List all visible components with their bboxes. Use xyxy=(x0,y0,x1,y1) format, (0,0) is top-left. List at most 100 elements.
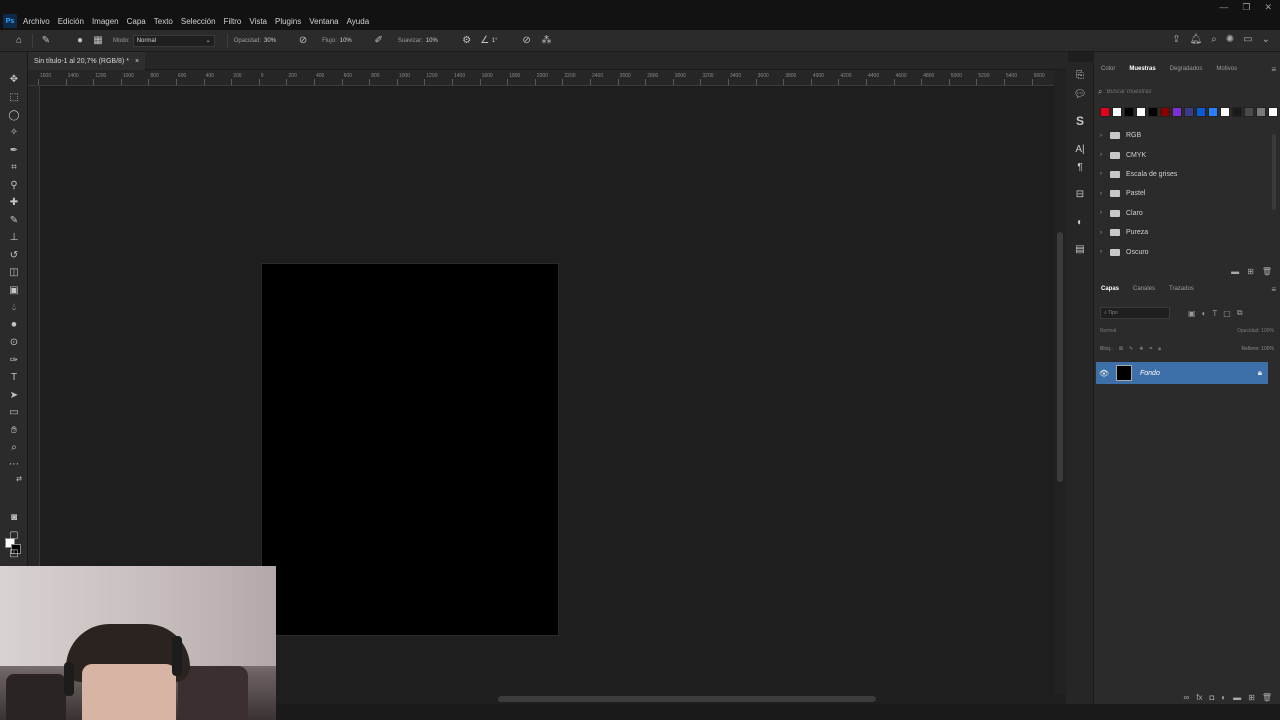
mode-select[interactable]: Normal ⌄ xyxy=(132,34,215,47)
document-tab[interactable]: Sin título-1 al 20,7% (RGB/8) * × xyxy=(28,52,146,70)
color-swatch[interactable] xyxy=(1208,107,1218,117)
link-layers-icon[interactable]: ∞ xyxy=(1184,693,1190,702)
panel-menu-icon[interactable]: ≡ xyxy=(1271,285,1276,294)
swap-colors-icon[interactable]: ⇄ xyxy=(14,472,24,486)
smart-object-filter-icon[interactable]: ⧉ xyxy=(1237,308,1243,318)
vertical-ruler[interactable] xyxy=(28,86,40,566)
discover-icon[interactable]: ✺ xyxy=(1226,34,1234,45)
glyphs-panel-icon[interactable]: S xyxy=(1073,114,1087,128)
smoothing-value[interactable]: 10% xyxy=(426,38,438,44)
screen-mode-icon[interactable]: ▢ xyxy=(6,528,22,542)
comments-panel-icon[interactable]: 💬︎ xyxy=(1073,87,1087,101)
tab-muestras[interactable]: Muestras xyxy=(1122,62,1162,76)
trash-icon[interactable]: 🗑︎ xyxy=(1262,693,1272,702)
tab-color[interactable]: Color xyxy=(1094,62,1122,76)
brush-settings-icon[interactable]: ▦ xyxy=(91,34,105,48)
menu-archivo[interactable]: Archivo xyxy=(23,17,50,26)
swatch-group-grises[interactable]: › Escala de grises xyxy=(1094,165,1272,184)
airbrush-icon[interactable]: ✐ xyxy=(372,34,386,48)
menu-texto[interactable]: Texto xyxy=(154,17,173,26)
color-swatch[interactable] xyxy=(1136,107,1146,117)
color-swatch[interactable] xyxy=(1268,107,1278,117)
history-panel-icon[interactable]: ⎘ xyxy=(1073,68,1087,82)
paragraph-panel-icon[interactable]: ¶ xyxy=(1073,160,1087,174)
libraries-panel-icon[interactable]: ⊟ xyxy=(1073,187,1087,201)
horizontal-scroll-thumb[interactable] xyxy=(498,696,876,702)
image-filter-icon[interactable]: ▣ xyxy=(1188,309,1196,318)
eraser-tool-icon[interactable]: ◫ xyxy=(6,265,22,279)
magic-wand-tool-icon[interactable]: ✧ xyxy=(6,125,22,139)
menu-edicion[interactable]: Edición xyxy=(58,17,84,26)
lock-all-icon[interactable]: 🔒︎ xyxy=(1158,346,1161,352)
menu-vista[interactable]: Vista xyxy=(249,17,267,26)
adjustment-layer-icon[interactable]: ◐ xyxy=(1221,693,1226,702)
chevron-right-icon[interactable]: › xyxy=(1100,230,1110,236)
workspace-chevron-icon[interactable]: ⌄ xyxy=(1262,34,1270,45)
lasso-tool-icon[interactable]: ◯ xyxy=(6,108,22,122)
marquee-tool-icon[interactable]: ⬚ xyxy=(6,90,22,104)
layer-style-icon[interactable]: fx xyxy=(1196,693,1202,702)
color-swatch[interactable] xyxy=(1112,107,1122,117)
menu-plugins[interactable]: Plugins xyxy=(275,17,301,26)
swatches-scrollbar[interactable] xyxy=(1272,134,1276,210)
color-swatch[interactable] xyxy=(1220,107,1230,117)
swatch-group-rgb[interactable]: › RGB xyxy=(1094,126,1272,145)
rectangle-tool-icon[interactable]: ▭ xyxy=(6,405,22,419)
blend-mode-select[interactable]: Normal xyxy=(1100,328,1116,334)
opacity-value[interactable]: 30% xyxy=(264,38,276,44)
layer-mask-icon[interactable]: ◘ xyxy=(1209,693,1214,702)
eye-icon[interactable]: 👁︎ xyxy=(1096,369,1112,378)
type-filter-icon[interactable]: T xyxy=(1212,309,1217,318)
healing-tool-icon[interactable]: ✚ xyxy=(6,195,22,209)
symmetry-icon[interactable]: ⁂ xyxy=(540,34,554,48)
zoom-tool-icon[interactable]: ⌕ xyxy=(6,440,22,454)
chevron-right-icon[interactable]: › xyxy=(1100,171,1110,177)
color-swatch[interactable] xyxy=(1196,107,1206,117)
new-group-icon[interactable]: ▬ xyxy=(1231,267,1239,276)
menu-ayuda[interactable]: Ayuda xyxy=(347,17,370,26)
color-swatch[interactable] xyxy=(1148,107,1158,117)
swatch-search-input[interactable] xyxy=(1106,86,1274,98)
lock-artboard-icon[interactable]: ⌗ xyxy=(1149,346,1152,352)
type-tool-icon[interactable]: T xyxy=(6,370,22,384)
layer-kind-filter[interactable]: ⌕ Tipo xyxy=(1100,307,1170,319)
horizontal-scrollbar[interactable] xyxy=(276,694,1066,704)
workspace-icon[interactable]: ▭ xyxy=(1243,34,1252,45)
tab-trazados[interactable]: Trazados xyxy=(1162,282,1201,296)
menu-capa[interactable]: Capa xyxy=(127,17,146,26)
menu-filtro[interactable]: Filtro xyxy=(224,17,242,26)
share-icon[interactable]: ⇪ xyxy=(1172,34,1180,45)
pen-tool-icon[interactable]: ✑ xyxy=(6,353,22,367)
new-layer-icon[interactable]: ⊞ xyxy=(1248,693,1255,702)
trash-icon[interactable]: 🗑︎ xyxy=(1262,267,1272,276)
pressure-size-icon[interactable]: ⊘ xyxy=(520,34,534,48)
flow-value[interactable]: 10% xyxy=(340,38,352,44)
swatch-group-pureza[interactable]: › Pureza xyxy=(1094,223,1272,242)
tab-degradados[interactable]: Degradados xyxy=(1163,62,1210,76)
gear-icon[interactable]: ⚙ xyxy=(460,34,474,48)
brush-tool-icon[interactable]: ✎ xyxy=(39,34,53,48)
hand-tool-icon[interactable]: ✋︎ xyxy=(6,423,22,437)
chevron-right-icon[interactable]: › xyxy=(1100,210,1110,216)
panel-menu-icon[interactable]: ≡ xyxy=(1271,65,1276,74)
lock-position-icon[interactable]: ✥ xyxy=(1139,346,1143,352)
character-panel-icon[interactable]: A| xyxy=(1073,142,1087,156)
swatch-group-pastel[interactable]: › Pastel xyxy=(1094,184,1272,203)
quick-mask-icon[interactable]: ◙ xyxy=(6,510,22,524)
crop-tool-icon[interactable]: ⌗ xyxy=(6,160,22,174)
path-select-tool-icon[interactable]: ➤ xyxy=(6,388,22,402)
chevron-right-icon[interactable]: › xyxy=(1100,191,1110,197)
blur-tool-icon[interactable]: 💧︎ xyxy=(6,300,22,314)
shape-filter-icon[interactable]: ▢ xyxy=(1223,309,1231,318)
lock-transparency-icon[interactable]: ⊠ xyxy=(1119,346,1123,352)
stamp-tool-icon[interactable]: ⊥ xyxy=(6,230,22,244)
bell-icon[interactable]: 🔔︎ xyxy=(1189,34,1202,45)
color-swatch[interactable] xyxy=(1124,107,1134,117)
tab-capas[interactable]: Capas xyxy=(1094,282,1126,296)
tab-canales[interactable]: Canales xyxy=(1126,282,1162,296)
horizontal-ruler[interactable]: 1600 1400 1200 1000 800 600 400 200 0 200 400 600 80… xyxy=(28,70,1054,86)
new-group-icon[interactable]: ▬ xyxy=(1233,693,1241,702)
swatch-group-cmyk[interactable]: › CMYK xyxy=(1094,145,1272,164)
close-icon[interactable]: × xyxy=(135,58,139,65)
opacity-pressure-icon[interactable]: ⊘ xyxy=(296,34,310,48)
